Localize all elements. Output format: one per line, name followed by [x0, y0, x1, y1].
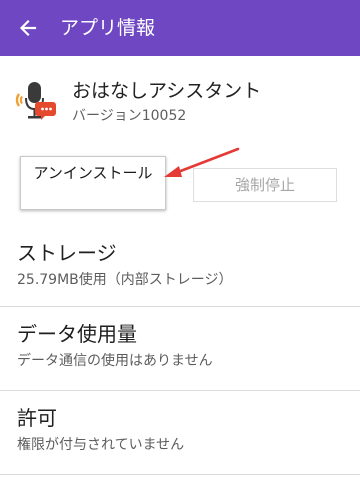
force-stop-button[interactable]: 強制停止 — [193, 168, 337, 202]
divider — [0, 474, 360, 475]
permissions-title: 許可 — [17, 406, 57, 430]
storage-subtitle: 25.79MB使用（内部ストレージ） — [17, 272, 233, 288]
app-bar: アプリ情報 — [0, 0, 360, 56]
arrow-left-icon — [19, 19, 37, 37]
permissions-section[interactable]: 許可 権限が付与されていません — [0, 391, 360, 473]
uninstall-button[interactable]: アンインストール — [20, 156, 166, 210]
app-name: おはなしアシスタント — [72, 80, 262, 102]
data-usage-subtitle: データ通信の使用はありません — [17, 353, 213, 369]
microphone-chat-icon — [15, 82, 56, 120]
storage-title: ストレージ — [17, 241, 117, 265]
storage-section[interactable]: ストレージ 25.79MB使用（内部ストレージ） — [0, 224, 360, 298]
app-version: バージョン10052 — [72, 108, 187, 124]
data-usage-section[interactable]: データ使用量 データ通信の使用はありません — [0, 307, 360, 389]
data-usage-title: データ使用量 — [17, 322, 137, 346]
permissions-subtitle: 権限が付与されていません — [17, 437, 185, 453]
page-title: アプリ情報 — [60, 17, 156, 39]
back-button[interactable] — [14, 14, 42, 42]
